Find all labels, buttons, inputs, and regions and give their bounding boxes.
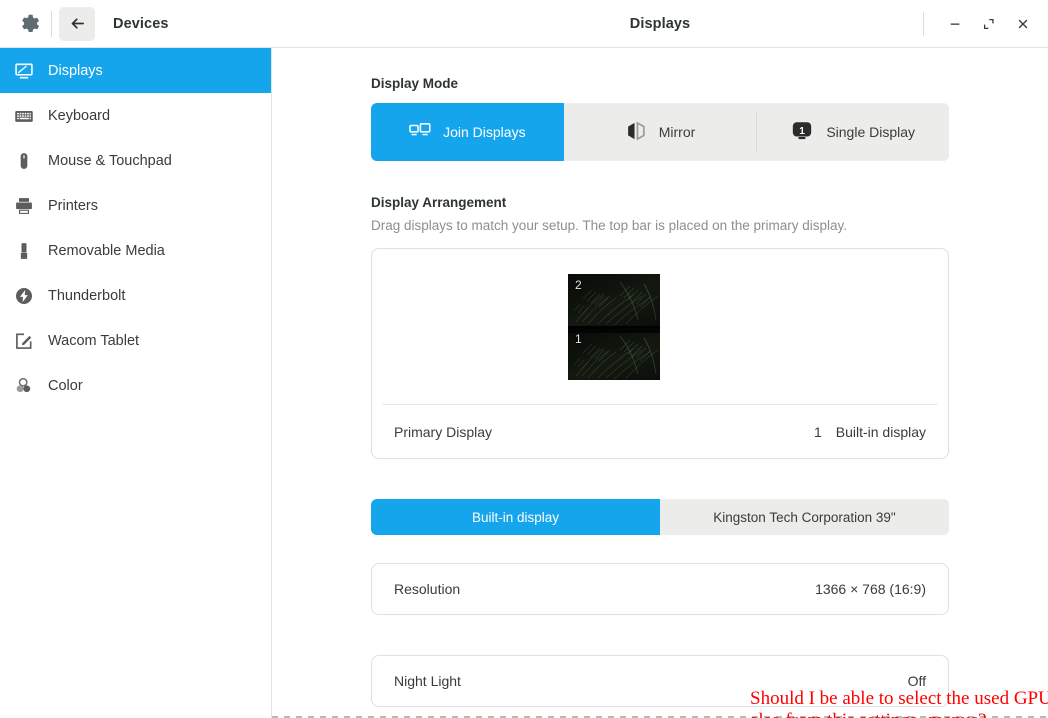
tab-built-in-display[interactable]: Built-in display (371, 499, 660, 535)
sidebar-item-displays[interactable]: Displays (0, 48, 271, 93)
wacom-tablet-icon (12, 329, 36, 353)
monitor-stack: 2 1 (568, 274, 660, 380)
monitor-icon (12, 59, 36, 83)
resolution-label: Resolution (394, 581, 461, 597)
sidebar-item-label: Mouse & Touchpad (48, 152, 172, 169)
sidebar-item-wacom-tablet[interactable]: Wacom Tablet (0, 318, 271, 363)
back-button[interactable] (59, 6, 95, 41)
svg-text:1: 1 (800, 125, 806, 136)
page-title: Displays (629, 15, 691, 32)
minimize-button[interactable] (938, 7, 972, 41)
close-icon (1018, 19, 1028, 29)
mirror-icon (625, 120, 647, 145)
window-body: Displays Keyboard Mouse & Touchpad Print… (0, 48, 1048, 718)
header-right-section: Displays (272, 0, 1048, 48)
sidebar-item-label: Keyboard (48, 107, 111, 124)
join-displays-icon (409, 121, 431, 144)
night-light-label: Night Light (394, 673, 461, 689)
sidebar-item-keyboard[interactable]: Keyboard (0, 93, 271, 138)
monitor-thumbnail-1[interactable]: 1 (568, 328, 660, 380)
sidebar-item-label: Thunderbolt (48, 287, 126, 304)
color-icon (12, 374, 36, 398)
window-controls-divider (923, 12, 924, 36)
sidebar: Displays Keyboard Mouse & Touchpad Print… (0, 48, 272, 718)
devices-title: Devices (113, 15, 169, 32)
arrangement-title: Display Arrangement (371, 195, 507, 210)
display-mode-join-displays[interactable]: Join Displays (371, 103, 564, 161)
gear-icon[interactable] (12, 6, 48, 42)
mouse-icon (12, 149, 36, 173)
minimize-icon (950, 23, 960, 25)
sidebar-item-label: Displays (48, 62, 103, 79)
header-divider (51, 10, 52, 37)
sidebar-item-thunderbolt[interactable]: Thunderbolt (0, 273, 271, 318)
header-bar: Devices Displays (0, 0, 1048, 48)
tab-label: Kingston Tech Corporation 39" (713, 509, 896, 525)
arrangement-canvas[interactable]: 2 1 (372, 249, 948, 404)
display-selector-tabs: Built-in display Kingston Tech Corporati… (371, 499, 949, 535)
primary-display-value: Built-in display (835, 423, 926, 440)
display-mode-label: Single Display (826, 124, 916, 140)
sidebar-item-label: Wacom Tablet (48, 332, 140, 349)
back-arrow-icon (71, 18, 84, 29)
removable-media-icon (12, 239, 36, 263)
primary-display-number: 1 (813, 423, 822, 440)
single-display-icon: 1 (790, 120, 814, 145)
monitor-number: 2 (575, 278, 582, 292)
sidebar-item-printers[interactable]: Printers (0, 183, 271, 228)
sidebar-item-label: Removable Media (48, 242, 165, 259)
display-mode-segmented-control: Join Displays Mirror 1 Single Display (371, 103, 949, 161)
thunderbolt-icon (12, 284, 36, 308)
night-light-row[interactable]: Night Light Off (371, 655, 949, 707)
display-mode-single-display[interactable]: 1 Single Display (756, 103, 949, 161)
display-mode-label: Join Displays (443, 124, 526, 140)
primary-display-row[interactable]: Primary Display 1 Built-in display (372, 405, 948, 458)
printer-icon (12, 194, 36, 218)
resolution-value: 1366 × 768 (16:9) (815, 581, 926, 597)
content-inner: Display Mode Join Displays Mirror 1 Sing… (371, 76, 949, 707)
content-pane: Display Mode Join Displays Mirror 1 Sing… (272, 48, 1048, 718)
keyboard-icon (12, 104, 36, 128)
arrangement-subtitle: Drag displays to match your setup. The t… (371, 218, 847, 233)
window-controls (923, 0, 1040, 48)
sidebar-item-color[interactable]: Color (0, 363, 271, 408)
monitor-number: 1 (575, 332, 582, 346)
close-button[interactable] (1006, 7, 1040, 41)
settings-window: Devices Displays Displays Keyboard Mouse… (0, 0, 1048, 718)
arrangement-card: 2 1 Primary Display 1 Built-in display (371, 248, 949, 459)
maximize-icon (983, 18, 994, 30)
primary-display-label: Primary Display (394, 423, 493, 440)
sidebar-item-label: Color (48, 377, 83, 394)
maximize-button[interactable] (972, 7, 1006, 41)
header-left-section: Devices (0, 0, 272, 48)
tab-external-display[interactable]: Kingston Tech Corporation 39" (660, 499, 949, 535)
night-light-value: Off (907, 673, 926, 689)
display-mode-mirror[interactable]: Mirror (563, 103, 757, 161)
sidebar-item-label: Printers (48, 197, 98, 214)
sidebar-item-mouse-touchpad[interactable]: Mouse & Touchpad (0, 138, 271, 183)
display-mode-label: Mirror (658, 124, 696, 140)
tab-label: Built-in display (471, 509, 560, 525)
sidebar-item-removable-media[interactable]: Removable Media (0, 228, 271, 273)
display-mode-title: Display Mode (371, 76, 459, 91)
monitor-thumbnail-2[interactable]: 2 (568, 274, 660, 326)
resolution-row[interactable]: Resolution 1366 × 768 (16:9) (371, 563, 949, 615)
